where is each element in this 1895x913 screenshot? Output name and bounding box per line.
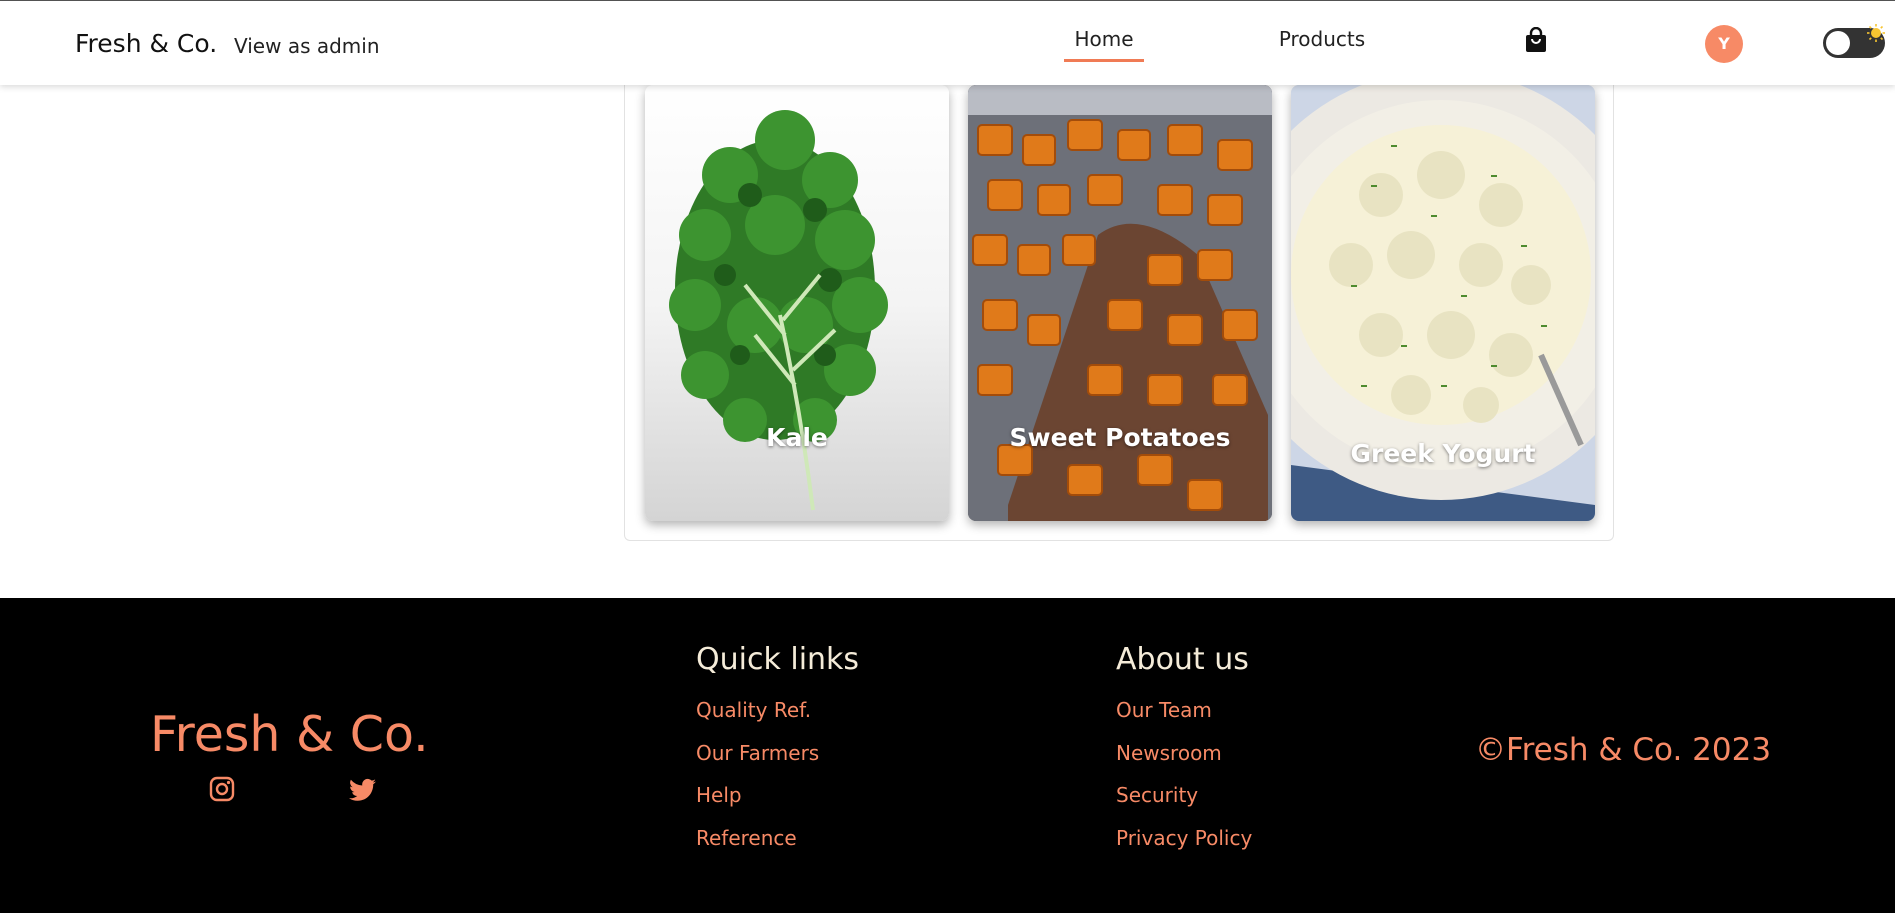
- brand-logo[interactable]: Fresh & Co.: [75, 29, 217, 58]
- footer-link-quality-ref[interactable]: Quality Ref.: [696, 698, 811, 722]
- product-card-kale[interactable]: Kale: [645, 85, 949, 521]
- copyright-text: ©Fresh & Co. 2023: [1475, 732, 1772, 768]
- kale-image: [669, 110, 888, 511]
- footer-link-newsroom[interactable]: Newsroom: [1116, 741, 1222, 765]
- instagram-icon[interactable]: [209, 776, 235, 802]
- quick-links-heading: Quick links: [696, 642, 860, 677]
- nav-products-link[interactable]: Products: [1270, 27, 1374, 51]
- toggle-knob: [1826, 31, 1850, 55]
- nav-home-link[interactable]: Home: [1064, 27, 1144, 62]
- top-navbar: Fresh & Co. View as admin Home Products …: [0, 1, 1895, 85]
- footer-link-our-team[interactable]: Our Team: [1116, 698, 1212, 722]
- product-card-greek-yogurt[interactable]: Greek Yogurt: [1291, 85, 1595, 521]
- about-us-heading: About us: [1116, 642, 1249, 677]
- footer-link-security[interactable]: Security: [1116, 783, 1198, 807]
- page: Fresh & Co. View as admin Home Products …: [0, 0, 1895, 913]
- footer-link-help[interactable]: Help: [696, 783, 742, 807]
- footer-brand: Fresh & Co.: [150, 706, 429, 763]
- footer-link-reference[interactable]: Reference: [696, 826, 797, 850]
- card-label: Sweet Potatoes: [1009, 423, 1231, 452]
- theme-toggle[interactable]: [1823, 24, 1885, 58]
- sun-icon: [1867, 24, 1885, 42]
- view-as-admin-link[interactable]: View as admin: [234, 34, 380, 58]
- product-card-sweet-potatoes[interactable]: Sweet Potatoes: [968, 85, 1272, 521]
- user-avatar[interactable]: Y: [1705, 25, 1743, 63]
- footer-link-our-farmers[interactable]: Our Farmers: [696, 741, 819, 765]
- shopping-bag-icon[interactable]: [1524, 27, 1548, 53]
- card-label: Kale: [766, 423, 828, 452]
- card-label: Greek Yogurt: [1350, 439, 1536, 468]
- twitter-icon[interactable]: [349, 778, 376, 802]
- site-footer: Fresh & Co. Quick links Quality Ref. Our…: [0, 598, 1895, 913]
- sweet-potatoes-image: [968, 85, 1272, 521]
- footer-link-privacy-policy[interactable]: Privacy Policy: [1116, 826, 1252, 850]
